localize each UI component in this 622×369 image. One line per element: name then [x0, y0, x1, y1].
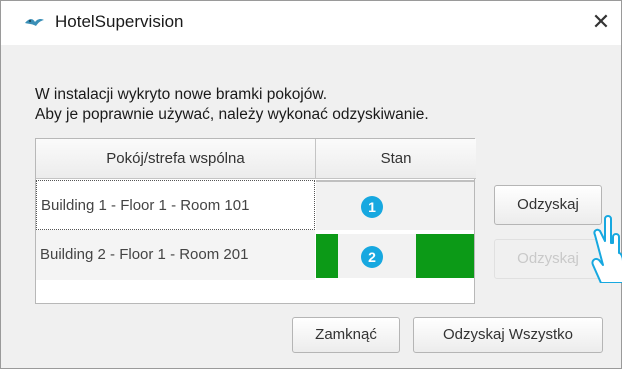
- table-row[interactable]: Building 2 - Floor 1 - Room 201 2: [36, 230, 474, 280]
- recover-all-button[interactable]: Odzyskaj Wszystko: [413, 317, 603, 353]
- progress-bar-segment: [316, 234, 338, 278]
- room-cell[interactable]: Building 2 - Floor 1 - Room 201: [36, 230, 315, 280]
- callout-badge: 1: [361, 196, 383, 218]
- state-cell: 2: [316, 230, 474, 280]
- column-header-room[interactable]: Pokój/strefa wspólna: [36, 139, 316, 179]
- message-line-1: W instalacji wykryto nowe bramki pokojów…: [35, 86, 328, 103]
- table-row[interactable]: Building 1 - Floor 1 - Room 101 1: [36, 180, 474, 230]
- close-button[interactable]: Zamknąć: [292, 317, 400, 353]
- column-header-state[interactable]: Stan: [316, 139, 476, 179]
- rooms-table: Pokój/strefa wspólna Stan Building 1 - F…: [35, 138, 476, 304]
- dialog-window: HotelSupervision ✕ W instalacji wykryto …: [0, 0, 622, 369]
- callout-badge: 2: [361, 246, 383, 268]
- recover-button-room-201: Odzyskaj: [494, 239, 602, 279]
- progress-bar-segment: [416, 234, 474, 278]
- window-title: HotelSupervision: [55, 12, 184, 31]
- close-icon[interactable]: ✕: [586, 7, 616, 37]
- message-line-2: Aby je poprawnie używać, należy wykonać …: [35, 106, 429, 123]
- room-cell[interactable]: Building 1 - Floor 1 - Room 101: [36, 180, 315, 230]
- recover-button-room-101[interactable]: Odzyskaj: [494, 185, 602, 225]
- state-cell: 1: [316, 180, 474, 230]
- bird-logo-icon: [23, 14, 45, 32]
- title-bar: HotelSupervision ✕: [1, 1, 621, 45]
- info-message: W instalacji wykryto nowe bramki pokojów…: [35, 85, 429, 125]
- pointing-hand-icon: [591, 213, 622, 284]
